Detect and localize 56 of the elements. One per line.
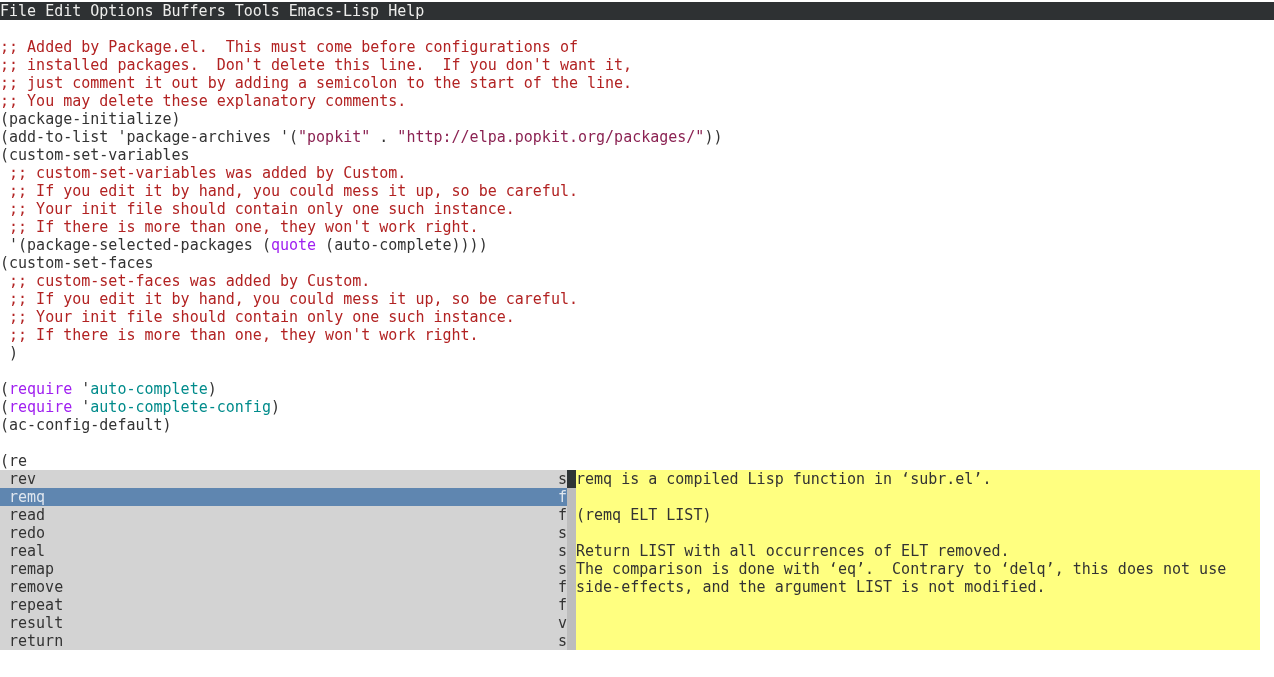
code-line: (custom-set-faces <box>0 254 154 272</box>
menu-item[interactable]: Edit <box>45 2 82 20</box>
menu-item[interactable]: File <box>0 2 37 20</box>
code-line: (custom-set-variables <box>0 146 190 164</box>
candidate-label: real <box>9 542 46 560</box>
candidate-type: s <box>557 632 567 650</box>
candidate-label: return <box>9 632 64 650</box>
code-line: ) <box>8 344 19 362</box>
code-line: (require 'auto-complete) <box>0 380 217 398</box>
code-line: (ac-config-default) <box>0 416 172 434</box>
code-line: ;; installed packages. Don't delete this line. If you don't want it, <box>0 56 633 74</box>
code-line: ;; If there is more than one, they won't work right. <box>8 218 479 236</box>
doc-text: (remq ELT LIST) <box>576 506 712 524</box>
code-line: ;; just comment it out by adding a semicolon to the start of the line. <box>0 74 633 92</box>
candidate-type: s <box>557 542 567 560</box>
code-line: (add-to-list 'package-archives '("popkit" . "http://elpa.popkit.org/packages/")) <box>0 128 723 146</box>
menu-item[interactable]: Help <box>388 2 425 20</box>
code-line: ;; If there is more than one, they won't work right. <box>8 326 479 344</box>
candidate-type: v <box>557 614 567 632</box>
candidate-label: repeat <box>9 596 64 614</box>
menu-item[interactable]: Buffers <box>162 2 226 20</box>
candidate-type: s <box>557 470 567 488</box>
candidate-type: f <box>557 506 567 524</box>
candidate-label: read <box>9 506 46 524</box>
candidate-type: f <box>557 596 567 614</box>
candidate-type: f <box>557 578 567 596</box>
candidate-type: s <box>557 560 567 578</box>
code-line: (package-initialize) <box>0 110 181 128</box>
menu-item[interactable]: Emacs-Lisp <box>288 2 380 20</box>
candidate-label: rev <box>9 470 37 488</box>
doc-text: side-effects, and the argument LIST is not modified. <box>576 578 1046 596</box>
code-line: ;; Your init file should contain only one such instance. <box>8 308 515 326</box>
code-line: ;; If you edit it by hand, you could mess it up, so be careful. <box>8 290 578 308</box>
code-line: ;; If you edit it by hand, you could mess it up, so be careful. <box>8 182 578 200</box>
code-line: '(package-selected-packages (quote (auto-complete)))) <box>8 236 488 254</box>
doc-text: Return LIST with all occurrences of ELT removed. <box>576 542 1010 560</box>
doc-text: remq is a compiled Lisp function in ‘subr.el’. <box>576 470 992 488</box>
code-line: (re <box>0 452 28 470</box>
candidate-label: redo <box>9 524 46 542</box>
candidate-label: remap <box>9 560 55 578</box>
code-line: ;; Your init file should contain only one such instance. <box>8 200 515 218</box>
doc-text: The comparison is done with ‘eq’. Contrary to ‘delq’, this does not use <box>576 560 1227 578</box>
code-line: ;; custom-set-variables was added by Custom. <box>8 164 407 182</box>
candidate-label: remove <box>9 578 64 596</box>
scrollbar-thumb[interactable] <box>567 470 576 488</box>
code-line: ;; Added by Package.el. This must come before configurations of <box>0 38 578 56</box>
menu-item[interactable]: Options <box>90 2 154 20</box>
menu-item[interactable]: Tools <box>234 2 280 20</box>
candidate-type: s <box>557 524 567 542</box>
code-line: ;; You may delete these explanatory comments. <box>0 92 407 110</box>
candidate-label: result <box>9 614 64 632</box>
code-line: (require 'auto-complete-config) <box>0 398 280 416</box>
candidate-label: remq <box>9 488 46 506</box>
code-line: ;; custom-set-faces was added by Custom. <box>8 272 371 290</box>
scrollbar[interactable] <box>567 470 576 650</box>
candidate-type: f <box>557 488 567 506</box>
